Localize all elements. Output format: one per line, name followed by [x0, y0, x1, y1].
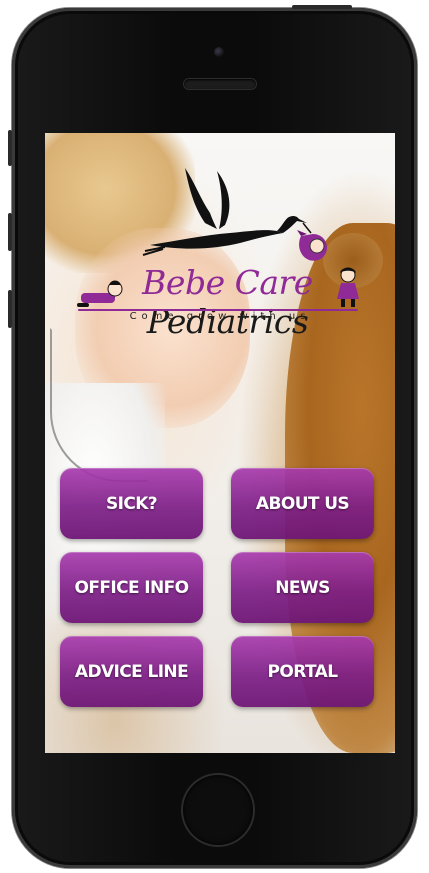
- advice-line-button-label: ADVICE LINE: [74, 661, 189, 682]
- advice-line-button[interactable]: ADVICE LINE: [60, 636, 203, 707]
- sick-button[interactable]: SICK?: [60, 468, 203, 539]
- office-info-button[interactable]: OFFICE INFO: [60, 552, 203, 623]
- home-button[interactable]: [183, 775, 253, 845]
- brand-name: Bebe Care Pediatrics: [45, 263, 395, 341]
- side-volume-down: [8, 290, 12, 328]
- brand-logo: Bebe Care Pediatrics Come grow with us: [45, 163, 395, 341]
- about-us-button-label: ABOUT US: [255, 493, 350, 514]
- about-us-button[interactable]: ABOUT US: [231, 468, 374, 539]
- news-button[interactable]: NEWS: [231, 552, 374, 623]
- side-mute-switch: [8, 130, 12, 166]
- front-camera: [214, 47, 224, 57]
- side-volume-up: [8, 213, 12, 251]
- brand-tagline: Come grow with us: [129, 311, 311, 322]
- app-screen: Bebe Care Pediatrics Come grow with us S…: [45, 133, 395, 753]
- sick-button-label: SICK?: [105, 493, 158, 514]
- office-info-button-label: OFFICE INFO: [74, 577, 189, 598]
- top-power-button: [292, 5, 352, 9]
- brand-name-part1: Bebe Care: [142, 263, 313, 302]
- earpiece-speaker: [184, 79, 256, 89]
- baby-bundle-icon: [297, 230, 327, 261]
- portal-button[interactable]: PORTAL: [231, 636, 374, 707]
- portal-button-label: PORTAL: [267, 661, 339, 682]
- news-button-label: NEWS: [275, 577, 330, 598]
- stork-icon: [142, 168, 312, 256]
